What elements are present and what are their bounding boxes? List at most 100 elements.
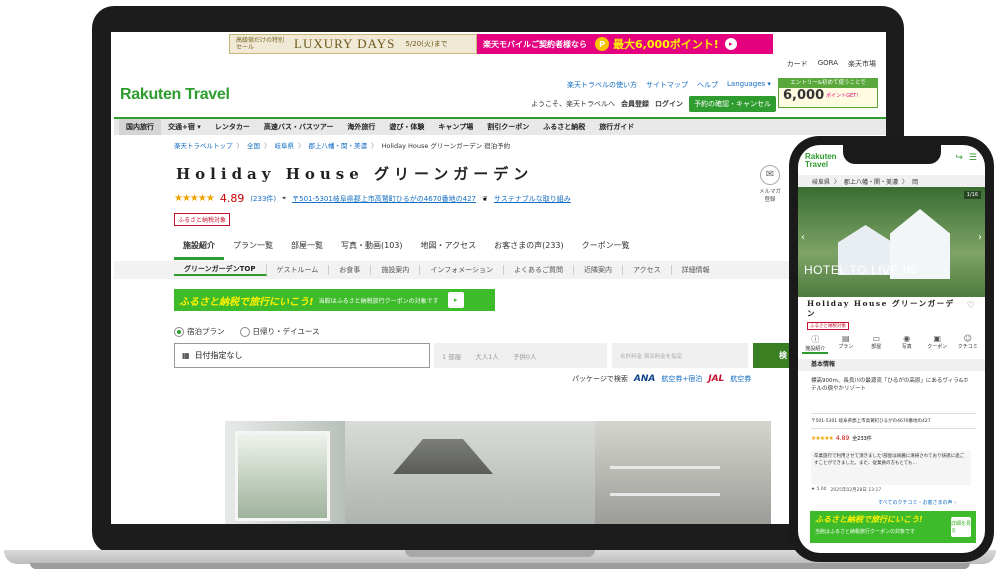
link-help[interactable]: ヘルプ <box>697 80 718 90</box>
tab-rooms[interactable]: 部屋一覧 <box>282 235 332 260</box>
tab-photos[interactable]: 写真・動画(103) <box>332 235 412 260</box>
price-input[interactable]: 合計料金 宿泊料金を指定 <box>612 343 748 368</box>
rakuten-travel-logo[interactable]: Rakuten Travel <box>120 86 230 104</box>
phone-review-snippet[interactable]: 卒業旅行で利用させて頂きました!部屋は綺麗に清掃されており快適に過ごすことができ… <box>811 451 971 485</box>
heart-icon[interactable]: ♡ <box>967 301 975 311</box>
phone-tab-rooms[interactable]: ▭ 部屋 <box>863 334 889 354</box>
furusato-banner-text: 当館はふるさと納税旅行クーポンの対象です <box>318 297 439 305</box>
jal-logo[interactable]: JAL <box>708 374 724 384</box>
mailmag-button[interactable]: ✉ メルマガ登録 <box>758 165 782 203</box>
subtab-nearby[interactable]: 近隣案内 <box>574 265 623 275</box>
link-sitemap[interactable]: サイトマップ <box>646 80 688 90</box>
details-button[interactable]: 詳細を見る <box>951 517 971 537</box>
breadcrumb-area[interactable]: 郡上八幡・関・美濃 <box>309 140 368 150</box>
subtab-access[interactable]: アクセス <box>623 265 672 275</box>
phone-tab-label: 写真 <box>901 344 912 350</box>
phone-score: 4.89 <box>835 435 850 442</box>
radio-dayuse[interactable]: 日帰り・デイユース <box>239 326 319 337</box>
phone-tab-coupons[interactable]: ▣ クーポン <box>924 334 950 354</box>
toplink-gora[interactable]: GORA <box>818 59 838 69</box>
promo-points: 6,000 <box>783 88 825 103</box>
review-count-link[interactable]: (233件) <box>250 194 276 204</box>
login-link[interactable]: ログイン <box>655 99 683 109</box>
phone-tab-overview[interactable]: ⓘ 施設紹介 <box>802 334 829 354</box>
nav-rentacar[interactable]: レンタカー <box>208 122 257 132</box>
hotel-address-link[interactable]: 〒501-5301岐阜県郡上市高鷲町ひるがの4670番地の427 <box>292 194 476 204</box>
phone-address[interactable]: 〒501-5301 岐阜県郡上市高鷲町ひるがの4670番地の427 <box>811 413 976 429</box>
chevron-right-icon[interactable]: ▸ <box>447 292 464 308</box>
photo-shelf <box>610 466 720 469</box>
phone-tab-reviews[interactable]: ☺ クチコミ <box>955 334 981 354</box>
furusato-banner[interactable]: ふるさと納税で旅行にいこう! 当館はふるさと納税旅行クーポンの対象です ▸ <box>174 289 495 311</box>
menu-icon[interactable]: ☰ <box>969 153 977 163</box>
phone-hotel-photo[interactable]: HOTEL TO LIVE IN 1/16 ‹ › <box>798 187 985 297</box>
phone-description: 標高900m、長良川の最源流「ひるがの高原」にあるヴィラ&ホテルの宿やかリゾート <box>811 378 969 392</box>
nav-activities[interactable]: 遊び・体験 <box>382 122 431 132</box>
breadcrumb-all[interactable]: 全国 <box>247 140 260 150</box>
ana-package-link[interactable]: 航空券+宿泊 <box>661 374 702 384</box>
photo-counter: 1/16 <box>963 191 981 199</box>
breadcrumb-gifu[interactable]: 岐阜県 <box>275 140 295 150</box>
subtab-meals[interactable]: お食事 <box>329 265 372 275</box>
tab-coupons[interactable]: クーポン一覧 <box>573 235 639 260</box>
search-button[interactable]: 検 <box>753 343 793 368</box>
ana-logo[interactable]: ANA <box>634 374 655 384</box>
breadcrumb-top[interactable]: 楽天トラベルトップ <box>174 140 233 150</box>
subtab-guestroom[interactable]: ゲストルーム <box>267 265 330 275</box>
nav-furusato[interactable]: ふるさと納税 <box>536 122 592 132</box>
phone-breadcrumb-item[interactable]: 郡上八幡・関・美濃 <box>844 177 898 186</box>
tab-overview[interactable]: 施設紹介 <box>174 235 224 260</box>
nav-domestic[interactable]: 国内旅行 <box>119 119 161 135</box>
date-value: 日付指定なし <box>194 351 243 360</box>
link-howto[interactable]: 楽天トラベルの使い方 <box>567 80 637 90</box>
all-reviews-link[interactable]: すべてのクチコミ・お客さまの声 › <box>878 499 956 506</box>
promo-banner[interactable]: 高級宿だけの特別セール LUXURY DAYS 5/20(火)まで 楽天モバイル… <box>229 34 773 54</box>
banner-points: 最大6,000ポイント! <box>613 38 719 51</box>
nav-guide[interactable]: 旅行ガイド <box>592 122 641 132</box>
tab-reviews[interactable]: お客さまの声(233) <box>485 235 573 260</box>
nav-coupons[interactable]: 割引クーポン <box>480 122 536 132</box>
guest-input[interactable]: 1 部屋 大人1人 子供0人 <box>434 343 607 368</box>
phone-breadcrumb-item[interactable]: 岐阜県 <box>812 177 830 186</box>
radio-stay[interactable]: 宿泊プラン <box>174 326 225 337</box>
subtab-info[interactable]: インフォメーション <box>420 265 504 275</box>
phone-tab-plans[interactable]: ▤ プラン <box>833 334 859 354</box>
phone-breadcrumb-item[interactable]: 岡 <box>912 177 918 186</box>
photo-shelf <box>610 493 720 496</box>
nav-transport-hotel[interactable]: 交通+宿 ▾ <box>161 122 208 132</box>
phone-logo[interactable]: Rakuten Travel <box>805 153 837 169</box>
subtab-faq[interactable]: よくあるご質問 <box>504 265 574 275</box>
register-link[interactable]: 会員登録 <box>621 99 649 109</box>
nav-bus[interactable]: 高速バス・バスツアー <box>257 122 341 132</box>
login-icon[interactable]: ↪ <box>955 153 963 163</box>
hotel-main-photo[interactable] <box>225 421 771 524</box>
luxury-days-banner[interactable]: 高級宿だけの特別セール LUXURY DAYS 5/20(火)まで <box>229 34 477 54</box>
phone-review-count[interactable]: 全233件 <box>852 435 872 442</box>
jal-package-link[interactable]: 航空券 <box>730 374 751 384</box>
subtab-facilities[interactable]: 施設案内 <box>371 265 421 275</box>
date-input[interactable]: ▦ 日付指定なし <box>174 343 430 368</box>
phone-breadcrumb-sep: 〉 <box>902 178 909 186</box>
toplink-card[interactable]: カード <box>787 59 808 69</box>
phone-furusato-title: ふるさと納税で旅行にいこう! <box>815 515 923 524</box>
reservation-confirm-button[interactable]: 予約の確認・キャンセル <box>689 96 776 112</box>
phone-screen: Rakuten Travel ↪ ☰ 岐阜県 〉 郡上八幡・関・美濃 〉 岡 H… <box>798 145 985 553</box>
languages-dropdown[interactable]: Languages ▾ <box>727 80 771 90</box>
phone-tab-photos[interactable]: ◉ 写真 <box>894 334 920 354</box>
subtab-top[interactable]: グリーンガーデンTOP <box>174 264 267 276</box>
chevron-right-icon[interactable]: › <box>978 232 982 243</box>
phone-furusato-banner[interactable]: ふるさと納税で旅行にいこう! 当館はふるさと納税旅行クーポンの対象です 詳細を見… <box>810 511 976 543</box>
first-use-promo[interactable]: エントリー&初めて使うことで 6,000 ポイントGET! <box>778 78 878 108</box>
mobile-points-banner[interactable]: 楽天モバイルご契約者様なら P 最大6,000ポイント! ▸ <box>477 34 773 54</box>
phone-notch <box>843 144 941 164</box>
tab-map[interactable]: 地図・アクセス <box>412 235 486 260</box>
chevron-left-icon[interactable]: ‹ <box>801 232 805 243</box>
subtab-details[interactable]: 詳細情報 <box>672 265 720 275</box>
sustainability-link[interactable]: サステナブルな取り組み <box>494 194 571 204</box>
nav-camping[interactable]: キャンプ場 <box>431 122 480 132</box>
toplink-ichiba[interactable]: 楽天市場 <box>848 59 876 69</box>
nav-overseas[interactable]: 海外旅行 <box>340 122 382 132</box>
tab-plans[interactable]: プラン一覧 <box>224 235 282 260</box>
phone-breadcrumb-sep: 〉 <box>834 178 841 186</box>
price-placeholder: 合計料金 宿泊料金を指定 <box>620 353 683 360</box>
